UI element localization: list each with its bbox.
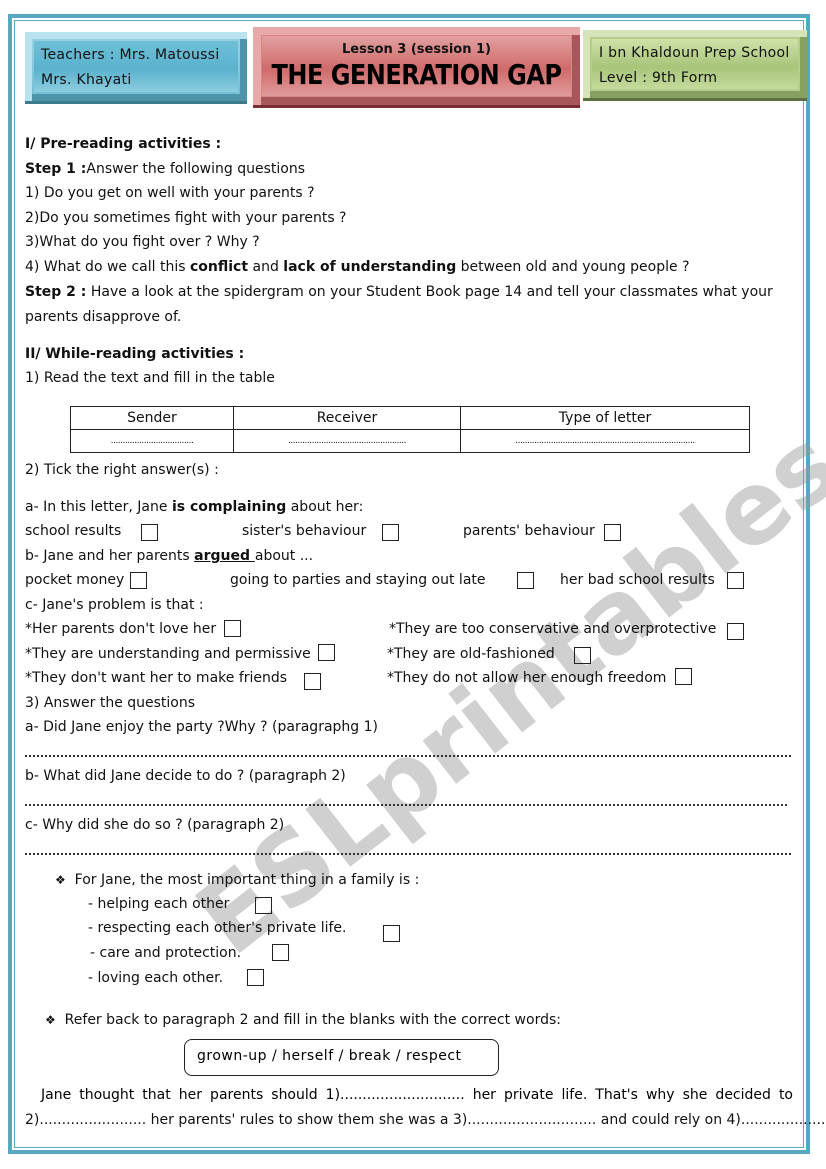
q4-bold-conflict: conflict — [189, 259, 249, 275]
fill-blanks-line-2: 2)........................ her parents' … — [25, 1112, 826, 1128]
school-name: I bn Khaldoun Prep School — [599, 45, 790, 61]
question-3: 3)What do you fight over ? Why ? — [25, 234, 260, 250]
option-pocket-money: pocket money — [25, 572, 125, 588]
family-heading: ❖ For Jane, the most important thing in … — [55, 872, 419, 888]
step1: Step 1 :Answer the following questions — [25, 161, 305, 177]
question-1: 1) Do you get on well with your parents … — [25, 185, 315, 201]
section-heading-pre-reading: I/ Pre-reading activities : — [25, 136, 222, 152]
lesson-label: Lesson 3 (session 1) — [342, 42, 491, 57]
question-4: 4) What do we call this conflict and lac… — [25, 259, 690, 275]
qa-text: a- In this letter, Jane — [25, 499, 172, 515]
school-box: I bn Khaldoun Prep School Level : 9th Fo… — [583, 30, 807, 101]
question-2: 2)Do you sometimes fight with your paren… — [25, 210, 347, 226]
diamond-bullet-icon: ❖ — [45, 1013, 56, 1027]
option-parents-behaviour: parents' behaviour — [463, 523, 595, 539]
checkbox-c-left-3[interactable] — [304, 673, 321, 690]
option-c-right-2: *They are old-fashioned — [387, 646, 555, 662]
checkbox-c-left-2[interactable] — [318, 644, 335, 661]
option-c-right-3: *They do not allow her enough freedom — [387, 670, 667, 686]
checkbox-family-4[interactable] — [247, 969, 264, 986]
header-sender: Sender — [70, 406, 234, 430]
level-label: Level : 9th Form — [599, 70, 718, 86]
diamond-bullet-icon: ❖ — [55, 873, 66, 887]
step1-text: Answer the following questions — [86, 161, 305, 177]
teachers-box: Teachers : Mrs. Matoussi Mrs. Khayati — [25, 32, 247, 104]
table-row: ................................... ....… — [70, 429, 750, 453]
checkbox-bad-results[interactable] — [727, 572, 744, 589]
family-option-2: - respecting each other's private life. — [88, 920, 347, 936]
open-question-c: c- Why did she do so ? (paragraph 2) — [25, 817, 285, 833]
option-c-left-2: *They are understanding and permissive — [25, 646, 311, 662]
blank-receiver[interactable]: ........................................… — [233, 429, 461, 453]
question-b: b- Jane and her parents argued about ... — [25, 548, 313, 564]
option-c-left-3: *They don't want her to make friends — [25, 670, 288, 686]
open-question-a: a- Did Jane enjoy the party ?Why ? (para… — [25, 719, 378, 735]
checkbox-parents-behaviour[interactable] — [604, 524, 621, 541]
task-2: 2) Tick the right answer(s) : — [25, 462, 219, 478]
qb-bold: argued — [194, 548, 255, 564]
table-header-row: Sender Receiver Type of letter — [70, 406, 750, 430]
checkbox-family-3[interactable] — [272, 944, 289, 961]
header-receiver: Receiver — [233, 406, 461, 430]
checkbox-school-results[interactable] — [141, 524, 158, 541]
answer-line-b[interactable] — [25, 804, 787, 806]
option-bad-results: her bad school results — [560, 572, 715, 588]
checkbox-c-left-1[interactable] — [224, 620, 241, 637]
step2-text: Have a look at the spidergram on your St… — [86, 284, 773, 300]
family-option-4: - loving each other. — [88, 970, 224, 986]
checkbox-c-right-3[interactable] — [675, 668, 692, 685]
step1-label: Step 1 : — [25, 161, 87, 177]
open-question-b: b- What did Jane decide to do ? (paragra… — [25, 768, 346, 784]
family-heading-text: For Jane, the most important thing in a … — [74, 872, 420, 888]
qb-text: b- Jane and her parents — [25, 548, 195, 564]
q4-bold-lack: lack of understanding — [283, 259, 457, 275]
page-title: THE GENERATION GAP — [271, 58, 562, 92]
task-1: 1) Read the text and fill in the table — [25, 370, 275, 386]
question-c: c- Jane's problem is that : — [25, 597, 204, 613]
title-box: Lesson 3 (session 1) THE GENERATION GAP — [253, 27, 580, 108]
blank-sender[interactable]: ................................... — [70, 429, 234, 453]
checkbox-parties[interactable] — [517, 572, 534, 589]
step2-text-cont: parents disapprove of. — [25, 309, 182, 325]
answer-line-c[interactable] — [25, 853, 791, 855]
qa-bold: is complaining — [171, 499, 287, 515]
option-parties: going to parties and staying out late — [230, 572, 486, 588]
section-heading-while-reading: II/ While-reading activities : — [25, 346, 245, 362]
fill-blanks-line-1: Jane thought that her parents should 1).… — [41, 1087, 793, 1103]
task-3: 3) Answer the questions — [25, 695, 196, 711]
checkbox-family-1[interactable] — [255, 897, 272, 914]
option-sister-behaviour: sister's behaviour — [242, 523, 367, 539]
step2-label: Step 2 : — [25, 284, 87, 300]
answer-line-a[interactable] — [25, 755, 791, 757]
family-option-3: - care and protection. — [90, 945, 242, 961]
refer-heading: ❖ Refer back to paragraph 2 and fill in … — [45, 1012, 561, 1028]
checkbox-c-right-1[interactable] — [727, 623, 744, 640]
refer-heading-text: Refer back to paragraph 2 and fill in th… — [64, 1012, 561, 1028]
option-school-results: school results — [25, 523, 122, 539]
option-c-right-1: *They are too conservative and overprote… — [389, 621, 717, 637]
checkbox-sister-behaviour[interactable] — [382, 524, 399, 541]
teachers-line2: Mrs. Khayati — [41, 72, 132, 88]
checkbox-family-2[interactable] — [383, 925, 400, 942]
option-c-left-1: *Her parents don't love her — [25, 621, 217, 637]
letter-table: Sender Receiver Type of letter .........… — [70, 406, 750, 453]
teachers-line1: Teachers : Mrs. Matoussi — [41, 47, 220, 63]
family-option-1: - helping each other — [88, 896, 230, 912]
word-bank: grown-up / herself / break / respect — [184, 1039, 499, 1076]
qa-text: about her: — [286, 499, 364, 515]
checkbox-c-right-2[interactable] — [574, 647, 591, 664]
q4-text: between old and young people ? — [456, 259, 690, 275]
checkbox-pocket-money[interactable] — [130, 572, 147, 589]
qb-text: about ... — [254, 548, 314, 564]
q4-text: 4) What do we call this — [25, 259, 190, 275]
header-type: Type of letter — [460, 406, 750, 430]
q4-text: and — [248, 259, 284, 275]
question-a: a- In this letter, Jane is complaining a… — [25, 499, 363, 515]
blank-type[interactable]: ........................................… — [460, 429, 750, 453]
step2: Step 2 : Have a look at the spidergram o… — [25, 284, 773, 300]
